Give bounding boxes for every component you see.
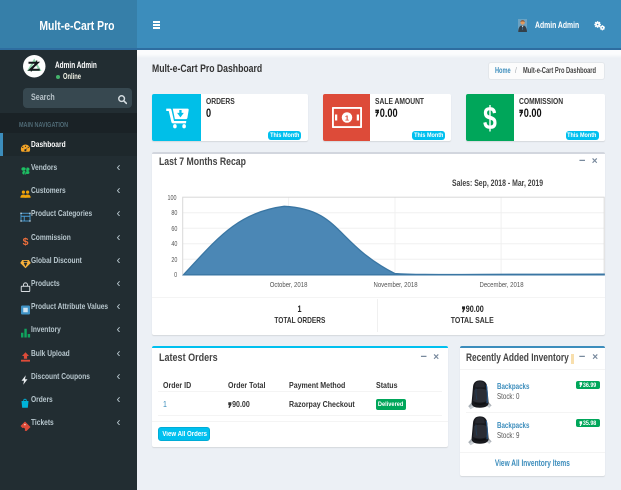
svg-text:1: 1 [344, 113, 348, 122]
